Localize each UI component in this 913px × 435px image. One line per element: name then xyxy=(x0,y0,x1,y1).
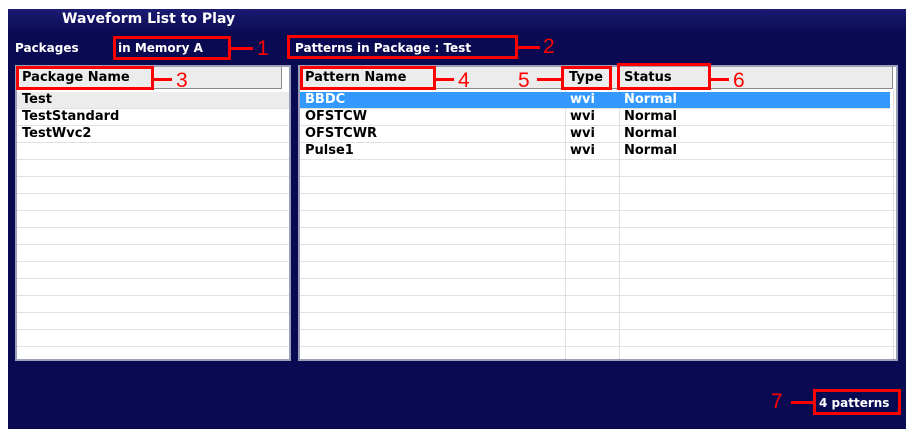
callout-line-4 xyxy=(436,78,454,81)
window-title: Waveform List to Play xyxy=(62,11,236,27)
callout-number-6: 6 xyxy=(733,69,745,92)
callout-box-2 xyxy=(287,35,518,59)
pattern-name: BBDC xyxy=(305,92,346,107)
callout-number-5: 5 xyxy=(518,69,530,92)
empty-row xyxy=(17,296,289,313)
pattern-row-selected[interactable]: BBDC wvi Normal xyxy=(300,92,890,109)
package-name: TestStandard xyxy=(22,109,120,124)
empty-row xyxy=(17,194,289,211)
empty-row xyxy=(300,330,896,347)
empty-row xyxy=(17,160,289,177)
package-row[interactable]: Test xyxy=(17,92,289,109)
empty-row xyxy=(17,313,289,330)
callout-line-2 xyxy=(518,46,540,49)
callout-box-7 xyxy=(813,389,901,415)
pattern-type: wvi xyxy=(570,143,595,158)
pattern-name: Pulse1 xyxy=(305,143,354,158)
package-row[interactable]: TestWvc2 xyxy=(17,126,289,143)
callout-line-5 xyxy=(537,78,561,81)
packages-label: Packages xyxy=(15,41,79,55)
package-name: Test xyxy=(22,92,52,107)
pattern-table-panel: Pattern Name Type Status BBDC wvi Normal… xyxy=(298,65,898,361)
callout-number-7: 7 xyxy=(771,390,783,413)
empty-row xyxy=(300,262,896,279)
callout-box-5 xyxy=(561,66,612,90)
empty-row xyxy=(300,228,896,245)
callout-number-1: 1 xyxy=(257,37,269,60)
pattern-name: OFSTCWR xyxy=(305,126,378,141)
empty-row xyxy=(300,313,896,330)
pattern-status: Normal xyxy=(624,143,677,158)
callout-line-6 xyxy=(711,78,729,81)
pattern-row[interactable]: Pulse1 wvi Normal xyxy=(300,143,896,160)
empty-row xyxy=(17,279,289,296)
empty-row xyxy=(17,262,289,279)
empty-row xyxy=(17,228,289,245)
empty-row xyxy=(17,143,289,160)
empty-row xyxy=(300,211,896,228)
callout-box-6 xyxy=(617,63,711,90)
pattern-type: wvi xyxy=(570,92,595,107)
callout-box-3 xyxy=(16,66,154,90)
empty-row xyxy=(300,177,896,194)
callout-number-3: 3 xyxy=(176,69,188,92)
empty-row xyxy=(17,245,289,262)
callout-number-2: 2 xyxy=(543,35,555,58)
pattern-status: Normal xyxy=(624,92,677,107)
callout-box-1 xyxy=(113,36,231,60)
pattern-type: wvi xyxy=(570,126,595,141)
empty-row xyxy=(300,279,896,296)
empty-row xyxy=(300,160,896,177)
empty-row xyxy=(17,330,289,347)
package-name: TestWvc2 xyxy=(22,126,92,141)
empty-row xyxy=(300,296,896,313)
callout-line-1 xyxy=(231,47,253,50)
empty-row xyxy=(300,194,896,211)
callout-line-3 xyxy=(154,78,172,81)
empty-row xyxy=(300,245,896,262)
empty-row xyxy=(17,211,289,228)
package-list-panel: Package Name Test TestStandard TestWvc2 xyxy=(15,65,291,361)
callout-number-4: 4 xyxy=(458,69,470,92)
pattern-status: Normal xyxy=(624,109,677,124)
callout-line-7 xyxy=(791,401,813,404)
pattern-status: Normal xyxy=(624,126,677,141)
pattern-type: wvi xyxy=(570,109,595,124)
empty-row xyxy=(17,177,289,194)
pattern-name: OFSTCW xyxy=(305,109,368,124)
callout-box-4 xyxy=(300,66,436,90)
pattern-row[interactable]: OFSTCW wvi Normal xyxy=(300,109,896,126)
package-row[interactable]: TestStandard xyxy=(17,109,289,126)
pattern-row[interactable]: OFSTCWR wvi Normal xyxy=(300,126,896,143)
